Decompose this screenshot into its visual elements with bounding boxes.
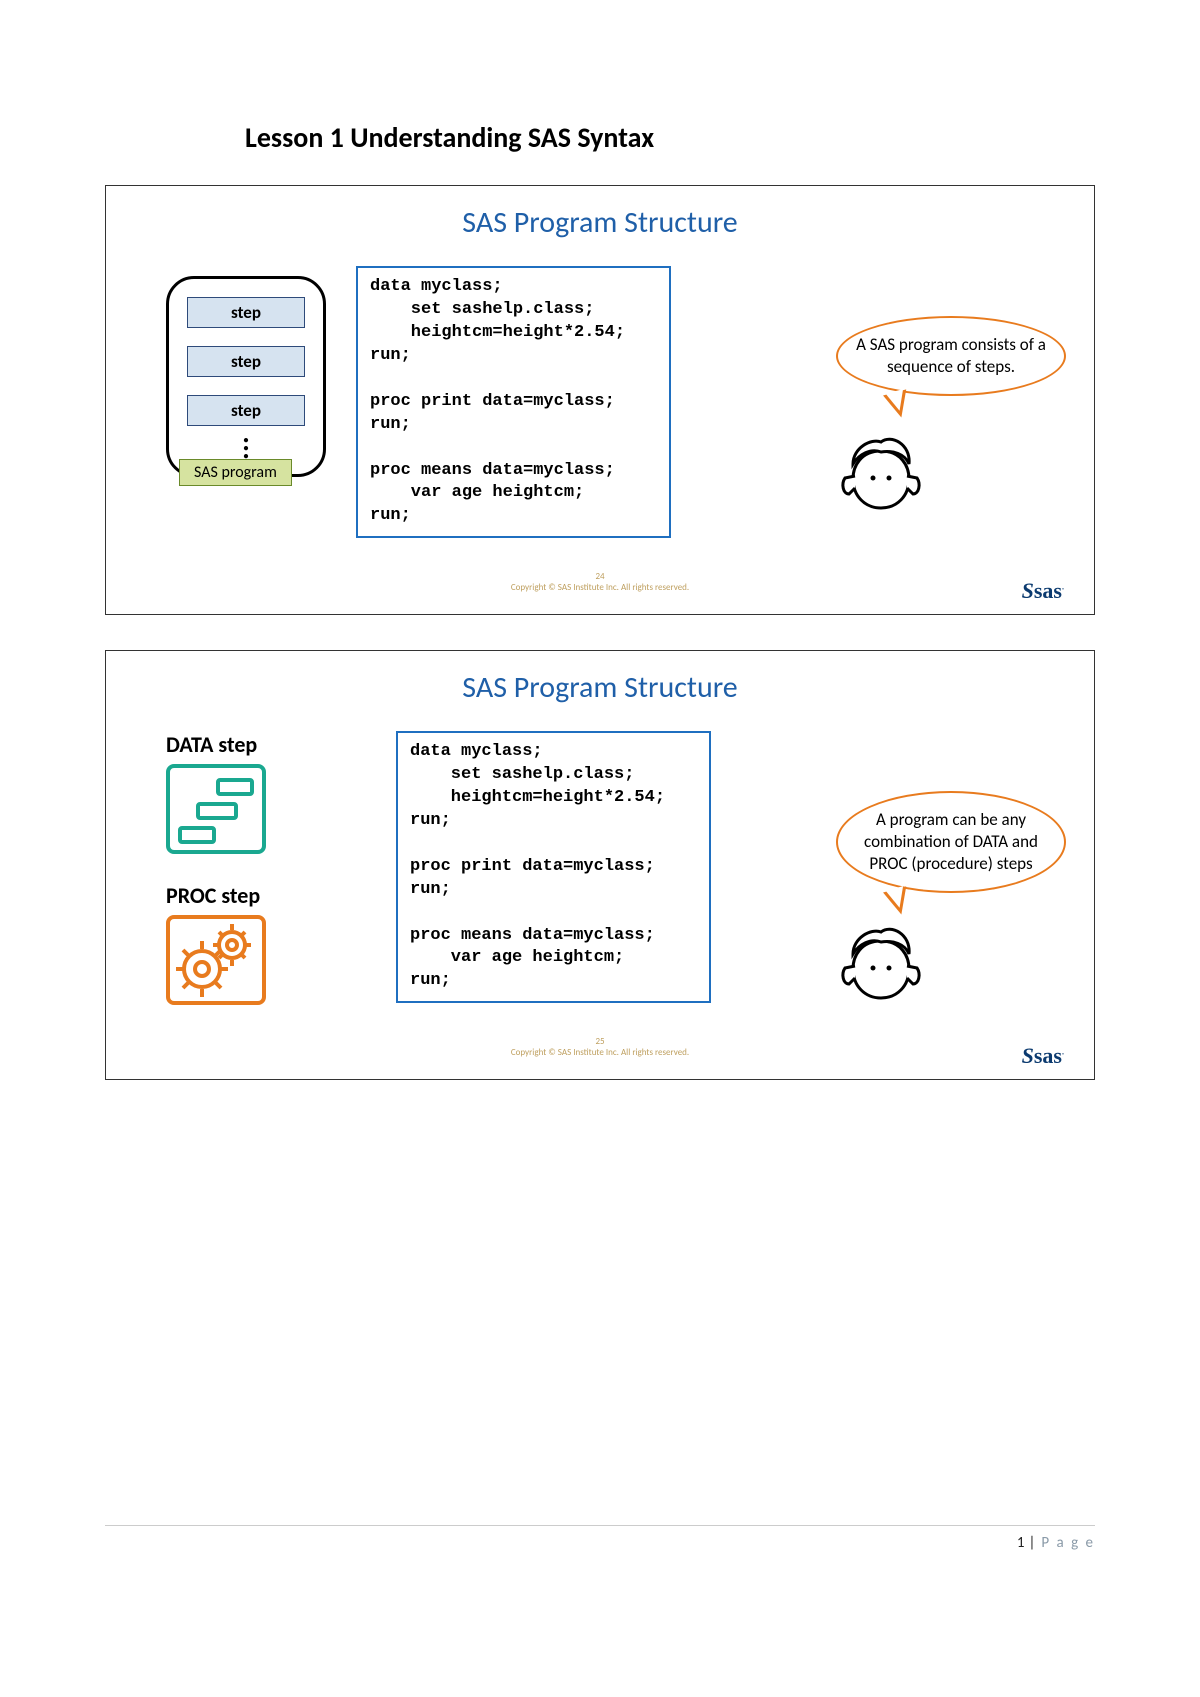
code-box-1: data myclass; set sashelp.class; heightc… — [356, 266, 671, 538]
footer-page-num: 1 — [1017, 1534, 1025, 1552]
page-footer: 1|P a g e — [105, 1525, 1095, 1552]
lesson-title: Lesson 1 Understanding SAS Syntax — [245, 120, 1095, 155]
sas-program-label: SAS program — [179, 459, 292, 486]
footer-page-label: P a g e — [1041, 1534, 1095, 1552]
proc-step-label: PROC step — [166, 882, 366, 909]
proc-step-icon — [166, 915, 266, 1005]
slide-1-copyright: Copyright © SAS Institute Inc. All right… — [511, 583, 689, 594]
slide-1-title: SAS Program Structure — [136, 204, 1064, 241]
sas-logo-2: Ssas. — [1022, 1043, 1064, 1069]
slide-1-footer: 24 Copyright © SAS Institute Inc. All ri… — [511, 572, 689, 594]
slide-2-footer: 25 Copyright © SAS Institute Inc. All ri… — [511, 1037, 689, 1059]
code-box-2: data myclass; set sashelp.class; heightc… — [396, 731, 711, 1003]
data-step-icon — [166, 764, 266, 854]
slide-2: SAS Program Structure DATA step PROC ste… — [105, 650, 1095, 1080]
step-box-1: step — [187, 297, 305, 328]
speech-bubble-1: A SAS program consists of a sequence of … — [836, 316, 1066, 396]
slide-2-copyright: Copyright © SAS Institute Inc. All right… — [511, 1048, 689, 1059]
bubble-text-1: A SAS program consists of a sequence of … — [856, 334, 1046, 377]
person-head-icon — [841, 436, 921, 511]
ellipsis-icon: ••• — [187, 436, 305, 460]
callout-2: A program can be any combination of DATA… — [836, 791, 1066, 893]
person-head-icon-2 — [841, 926, 921, 1001]
callout-1: A SAS program consists of a sequence of … — [836, 316, 1066, 396]
sas-logo-1: Ssas. — [1022, 578, 1064, 604]
speech-bubble-2: A program can be any combination of DATA… — [836, 791, 1066, 893]
bubble-text-2: A program can be any combination of DATA… — [864, 809, 1038, 874]
data-step-label: DATA step — [166, 731, 366, 758]
step-box-3: step — [187, 395, 305, 426]
step-box-2: step — [187, 346, 305, 377]
step-container: step step step ••• SAS program — [166, 276, 326, 477]
slide-1: SAS Program Structure step step step •••… — [105, 185, 1095, 615]
slide-2-title: SAS Program Structure — [136, 669, 1064, 706]
